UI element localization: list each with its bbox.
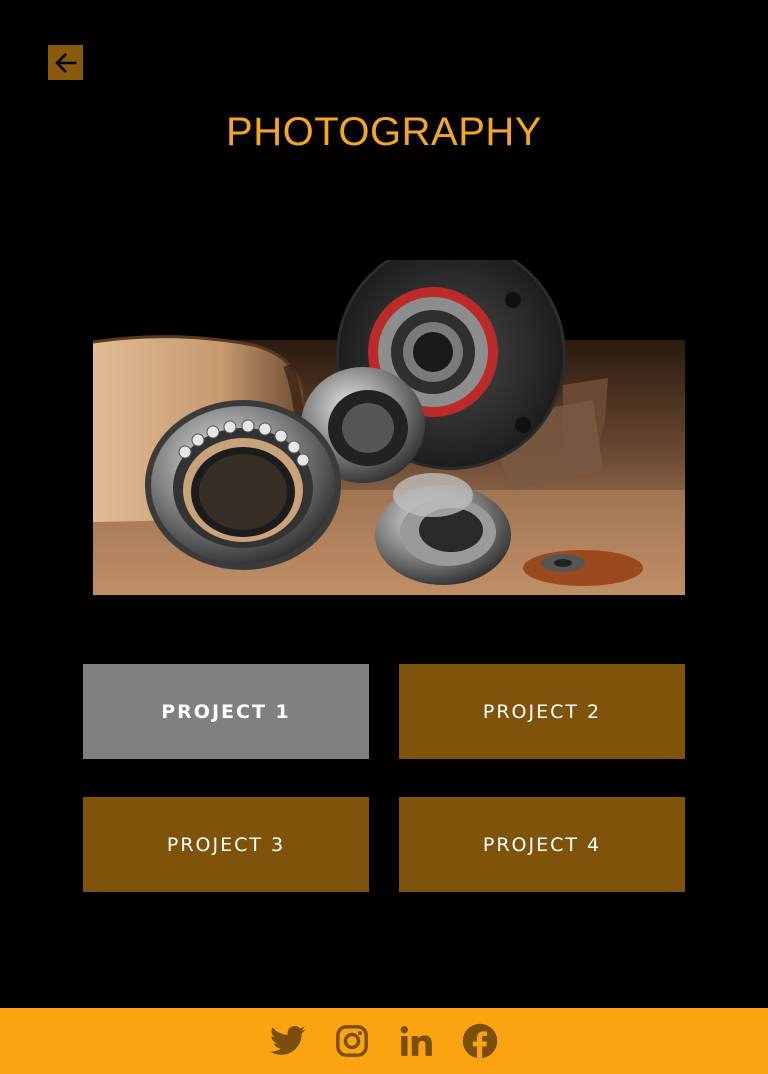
footer bbox=[0, 1008, 768, 1074]
twitter-icon[interactable] bbox=[270, 1023, 306, 1059]
linkedin-icon[interactable] bbox=[398, 1023, 434, 1059]
project-1-label: PROJECT 1 bbox=[161, 700, 291, 723]
project-2-label: PROJECT 2 bbox=[482, 700, 602, 723]
project-3-label: PROJECT 3 bbox=[166, 833, 286, 856]
page-title: PHOTOGRAPHY bbox=[226, 110, 542, 154]
project-3-button[interactable]: PROJECT 3 bbox=[83, 797, 369, 892]
project-2-button[interactable]: PROJECT 2 bbox=[399, 664, 685, 759]
project-4-button[interactable]: PROJECT 4 bbox=[399, 797, 685, 892]
page: PHOTOGRAPHY PROJECT 1 PROJECT 2 PROJECT … bbox=[0, 0, 768, 1074]
facebook-icon[interactable] bbox=[462, 1023, 498, 1059]
hero-image bbox=[93, 260, 685, 595]
back-button[interactable] bbox=[48, 45, 83, 80]
instagram-icon[interactable] bbox=[334, 1023, 370, 1059]
project-1-button[interactable]: PROJECT 1 bbox=[83, 664, 369, 759]
project-4-label: PROJECT 4 bbox=[482, 833, 602, 856]
arrow-left-icon bbox=[53, 50, 79, 76]
